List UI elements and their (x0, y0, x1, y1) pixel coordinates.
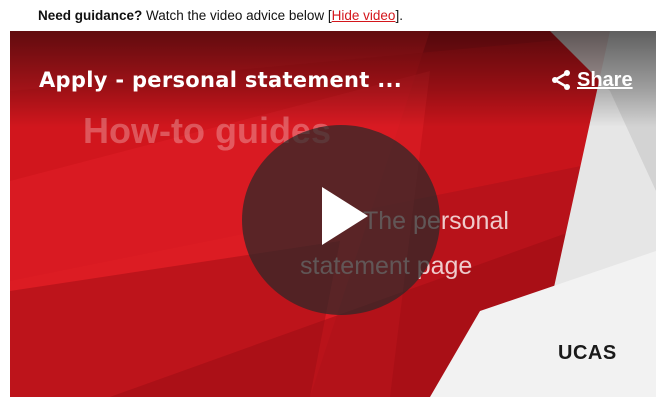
guidance-tail: ]. (395, 8, 403, 23)
guidance-body: Watch the video advice below [ (142, 8, 332, 23)
guidance-lead: Need guidance? (38, 8, 143, 23)
share-icon (552, 70, 570, 90)
share-label: Share (577, 68, 633, 91)
video-title[interactable]: Apply - personal statement ... (39, 68, 402, 92)
video-player[interactable]: How-to guides The personal statement pag… (10, 31, 656, 397)
play-button[interactable] (242, 125, 440, 315)
hide-video-link[interactable]: Hide video (332, 8, 396, 23)
play-icon (322, 187, 368, 245)
ucas-logo: UCAS (558, 342, 617, 364)
guidance-text: Need guidance? Watch the video advice be… (38, 4, 403, 28)
share-button[interactable]: Share (550, 66, 633, 94)
